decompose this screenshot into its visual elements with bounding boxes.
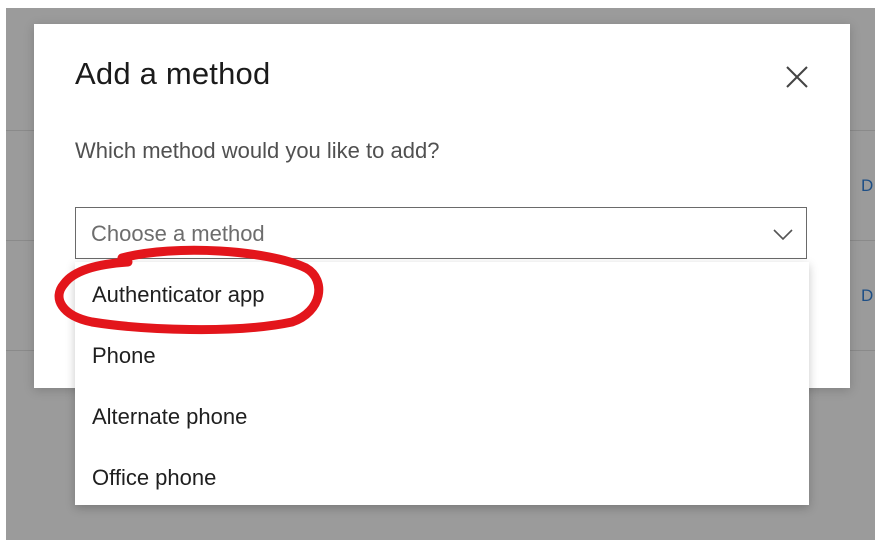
option-authenticator-app[interactable]: Authenticator app xyxy=(75,264,809,324)
option-label: Phone xyxy=(92,343,156,368)
option-phone[interactable]: Phone xyxy=(75,325,809,385)
background-link-edge: D xyxy=(861,286,874,305)
close-icon[interactable] xyxy=(784,64,810,90)
method-question: Which method would you like to add? xyxy=(75,138,440,163)
dialog-title: Add a method xyxy=(75,56,271,91)
option-office-phone[interactable]: Office phone xyxy=(75,447,809,507)
method-select[interactable]: Choose a method xyxy=(75,207,807,259)
option-alternate-phone[interactable]: Alternate phone xyxy=(75,386,809,446)
select-placeholder: Choose a method xyxy=(91,221,265,246)
option-label: Alternate phone xyxy=(92,404,248,429)
background-link-edge: D xyxy=(861,176,874,195)
method-dropdown-list: Authenticator app Phone Alternate phone … xyxy=(75,262,809,505)
chevron-down-icon xyxy=(773,229,793,241)
option-label: Authenticator app xyxy=(92,282,265,307)
option-label: Office phone xyxy=(92,465,217,490)
